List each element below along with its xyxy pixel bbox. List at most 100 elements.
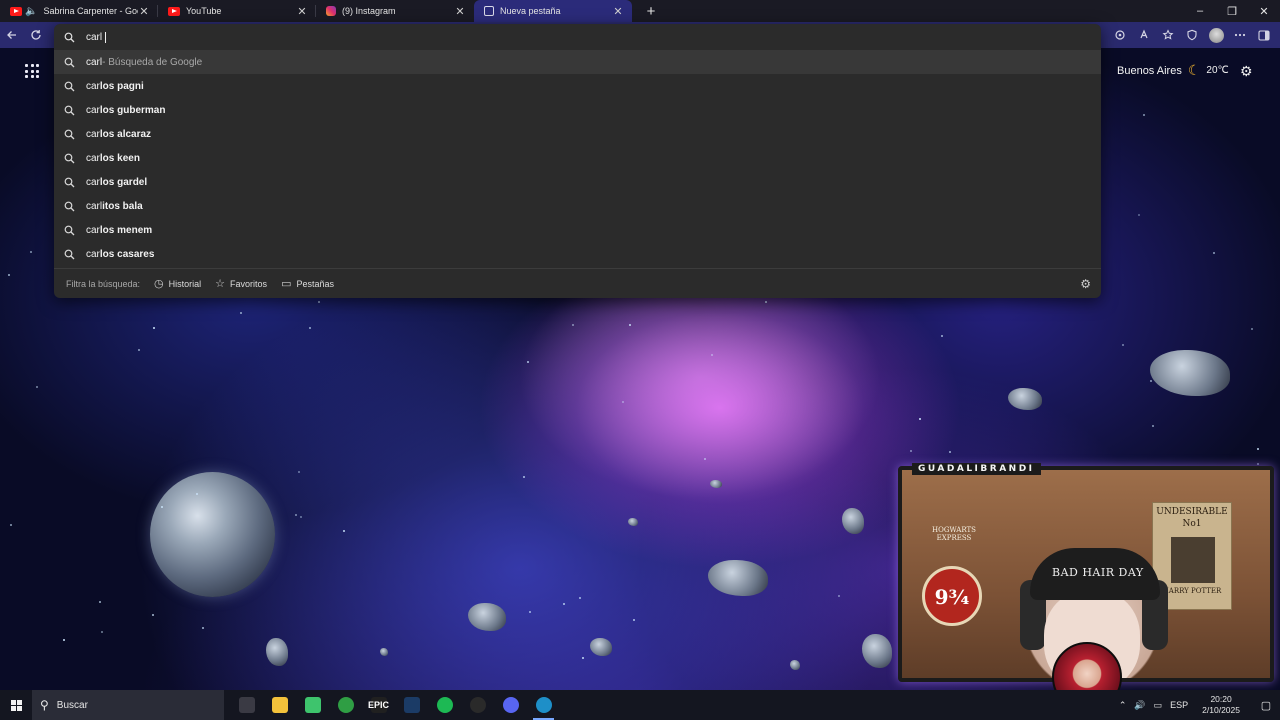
sidebar-toggle-icon[interactable] [1252,23,1276,47]
taskbar-app-task-view[interactable] [230,690,263,720]
asteroid-image [842,508,864,534]
search-settings-gear-icon[interactable]: ⚙ [1080,277,1091,291]
filter-favorites-label: Favoritos [230,278,268,289]
suggestion-completion: los gardel [99,176,148,188]
new-tab-button[interactable]: + [640,0,662,22]
planet-image [150,472,275,597]
tabs-icon: ▭ [281,278,292,290]
beanie: BAD HAIR DAY [1030,548,1160,600]
refresh-icon[interactable] [24,23,48,47]
weather-widget[interactable]: Buenos Aires ☾ 20℃ [1117,62,1229,79]
asteroid-image [380,648,388,656]
xbox-icon [337,697,354,713]
restore-button[interactable]: ❐ [1216,0,1248,22]
search-suggestion[interactable]: car los guberman [54,98,1101,122]
asteroid-image [790,660,800,670]
taskbar-app-file-explorer[interactable] [263,690,296,720]
page-icon [484,6,494,16]
tab-nueva-pestana[interactable]: Nueva pestaña ✕ [474,0,632,22]
search-icon [64,81,86,92]
search-suggestion[interactable]: car los pagni [54,74,1101,98]
minimize-button[interactable]: – [1184,0,1216,22]
notification-icon[interactable]: ▢ [1256,699,1276,712]
obs-icon [469,697,486,713]
widgets-app-icon [304,697,321,713]
suggestion-prefix: car [86,176,100,188]
tab-title: (9) Instagram [342,6,396,16]
chevron-up-icon[interactable]: ⌃ [1119,700,1127,711]
back-arrow-icon[interactable] [0,23,24,47]
speaker-icon[interactable]: 🔈 [25,6,37,17]
suggestion-prefix: car [86,224,100,236]
search-icon [64,105,86,116]
search-suggestion[interactable]: car los keen [54,146,1101,170]
more-options-icon[interactable] [1228,23,1252,47]
close-tab-icon[interactable]: ✕ [612,5,624,18]
asteroid-image [1008,388,1042,410]
taskbar-app-xbox[interactable] [329,690,362,720]
tab-sabrina-carpenter[interactable]: 🔈 Sabrina Carpenter - Goodbye ✕ [0,0,158,22]
taskbar-app-edge[interactable] [527,690,560,720]
suggestion-prefix: car [86,80,100,92]
webcam-channel-label: GUADALIBRANDI [912,463,1041,475]
tab-instagram[interactable]: (9) Instagram ✕ [316,0,474,22]
performance-icon[interactable] [1132,23,1156,47]
taskbar-app-epic-games[interactable]: EPIC [362,690,395,720]
suggestion-prefix: carl [86,200,103,212]
asteroid-image [628,518,638,526]
suggestion-completion: los alcaraz [99,128,152,140]
windows-logo-icon [10,699,22,711]
close-window-button[interactable]: ✕ [1248,0,1280,22]
search-suggestion[interactable]: car los gardel [54,170,1101,194]
suggestion-completion: los pagni [99,80,144,92]
search-suggestion[interactable]: car los casares [54,242,1101,266]
address-bar-input[interactable]: carl [54,24,1101,50]
search-icon [64,57,86,68]
taskbar-app-steam[interactable] [395,690,428,720]
platform-sign: 9¾ [922,566,982,626]
tab-title: Sabrina Carpenter - Goodbye [43,6,138,16]
clock-date: 2/10/2025 [1202,705,1240,715]
extension-icon[interactable] [1108,23,1132,47]
instagram-icon [326,6,336,16]
suggestion-prefix: car [86,104,100,116]
search-suggestion[interactable]: car los menem [54,218,1101,242]
profile-avatar[interactable] [1204,23,1228,47]
asteroid-image [862,634,892,668]
task-view-icon [238,697,255,713]
address-bar-dropdown: carl carl - Búsqueda de Google car los pag… [54,24,1101,298]
asteroid-image [1150,350,1230,396]
search-icon [64,32,86,43]
favorites-icon[interactable] [1156,23,1180,47]
network-icon[interactable]: ▭ [1154,700,1163,711]
filter-tabs-label: Pestañas [296,278,334,289]
taskbar-app-spotify[interactable] [428,690,461,720]
shield-icon[interactable] [1180,23,1204,47]
tab-title: Nueva pestaña [500,6,561,16]
filter-favorites-button[interactable]: ☆ Favoritos [215,277,267,290]
search-suggestion[interactable]: carl itos bala [54,194,1101,218]
start-button[interactable] [0,690,32,720]
filter-history-button[interactable]: ◷ Historial [154,277,201,290]
taskbar-clock[interactable]: 20:20 2/10/2025 [1198,694,1244,716]
system-tray: ⌃ 🔊 ▭ ESP 20:20 2/10/2025 ▢ [1115,694,1280,716]
search-suggestion[interactable]: car los alcaraz [54,122,1101,146]
close-tab-icon[interactable]: ✕ [296,5,308,18]
taskbar-app-obs[interactable] [461,690,494,720]
tab-youtube[interactable]: YouTube ✕ [158,0,316,22]
taskbar-app-widgets-app[interactable] [296,690,329,720]
close-tab-icon[interactable]: ✕ [138,5,150,18]
volume-icon[interactable]: 🔊 [1134,700,1145,711]
apps-launcher-icon[interactable] [25,64,39,78]
page-settings-gear-icon[interactable]: ⚙ [1240,63,1253,80]
language-indicator[interactable]: ESP [1170,700,1188,710]
search-suggestion[interactable]: carl - Búsqueda de Google [54,50,1101,74]
suggestion-completion: los casares [99,248,155,260]
search-icon: ⚲ [40,698,49,712]
taskbar-app-discord[interactable] [494,690,527,720]
taskbar-search-box[interactable]: ⚲ Buscar [32,690,224,720]
close-tab-icon[interactable]: ✕ [454,5,466,18]
suggestion-prefix: carl [86,56,103,68]
filter-tabs-button[interactable]: ▭ Pestañas [281,277,334,290]
moon-icon: ☾ [1187,62,1201,78]
